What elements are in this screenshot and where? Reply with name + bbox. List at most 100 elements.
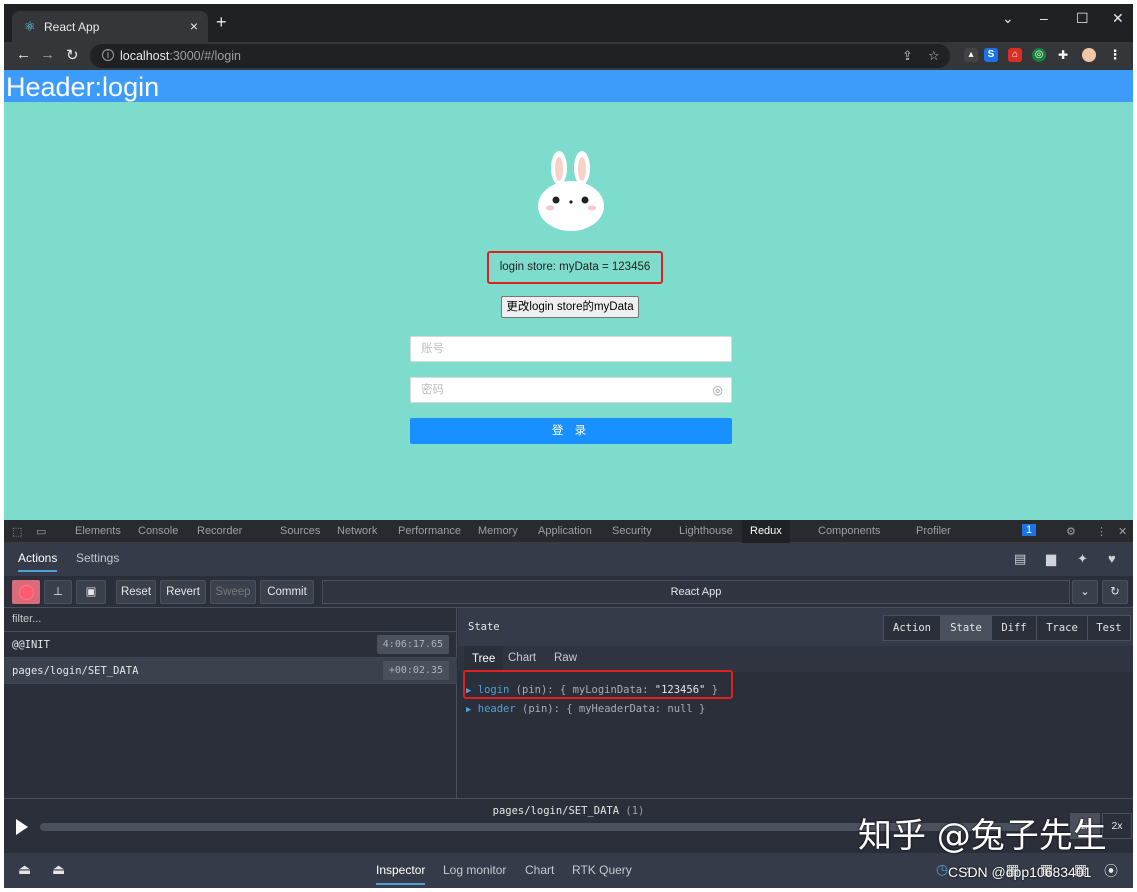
tab-chart[interactable]: Chart — [525, 863, 554, 877]
login-button[interactable]: 登 录 — [410, 418, 732, 444]
chat-icon[interactable]: ▆ — [1046, 551, 1056, 567]
app-header: Header:login — [4, 70, 1133, 102]
url-host: localhost — [120, 49, 170, 63]
tab-sources[interactable]: Sources — [280, 525, 320, 537]
extension-icon[interactable]: ▴ — [964, 48, 978, 62]
minimize-icon[interactable]: – — [1040, 10, 1048, 26]
devtools-menu-icon[interactable]: ⋮ — [1096, 525, 1107, 538]
chevron-down-icon[interactable]: ⌄ — [1072, 580, 1098, 604]
tab-rtk-query[interactable]: RTK Query — [572, 863, 632, 877]
state-highlight-box — [463, 670, 733, 699]
mode-action-button[interactable]: Action — [883, 615, 941, 641]
tree-node-header[interactable]: ▶ header (pin): { myHeaderData: null } — [466, 703, 705, 715]
tab-settings[interactable]: Settings — [76, 551, 119, 565]
account-field[interactable] — [410, 336, 732, 362]
sync-icon[interactable]: ↻ — [1102, 580, 1128, 604]
action-name: pages/login/SET_DATA — [12, 665, 139, 677]
heart-icon[interactable]: ♥ — [1108, 551, 1116, 566]
mode-diff-button[interactable]: Diff — [991, 615, 1037, 641]
revert-button[interactable]: Revert — [160, 580, 206, 604]
record-button[interactable] — [12, 580, 40, 604]
tree-value: null — [667, 703, 693, 715]
bookmark-star-icon[interactable]: ☆ — [928, 48, 940, 64]
dock-icon[interactable]: ▤ — [1014, 551, 1026, 567]
device-toggle-icon[interactable]: ▭ — [36, 525, 46, 538]
pin-icon[interactable]: ⊥ — [44, 580, 72, 604]
reload-icon[interactable]: ↻ — [66, 46, 79, 64]
mode-trace-button[interactable]: Trace — [1036, 615, 1088, 641]
timer-icon[interactable]: ◷ — [936, 861, 948, 878]
browser-tab[interactable]: ⚛ React App × — [12, 11, 208, 42]
account-input[interactable] — [411, 337, 701, 361]
tab-security[interactable]: Security — [612, 525, 652, 537]
tab-profiler[interactable]: Profiler — [916, 525, 951, 537]
tree-key: header — [477, 703, 516, 715]
dock-bottom-icon[interactable]: ⏏ — [18, 861, 31, 878]
reset-button[interactable]: Reset — [116, 580, 156, 604]
tab-actions[interactable]: Actions — [18, 551, 58, 572]
extension-red-icon[interactable]: ⌂ — [1008, 48, 1022, 62]
url-bar[interactable]: i localhost:3000/#/login ⇪ ☆ — [90, 44, 950, 68]
extensions-puzzle-icon[interactable]: ✚ — [1056, 48, 1070, 62]
zhihu-watermark: 知乎 @兔子先生 — [858, 816, 1107, 856]
subtab-tree[interactable]: Tree — [464, 646, 504, 672]
subtab-raw[interactable]: Raw — [554, 652, 577, 664]
lock-icon[interactable]: ▣ — [76, 580, 106, 604]
subtab-chart[interactable]: Chart — [508, 652, 536, 664]
tab-elements[interactable]: Elements — [75, 525, 121, 537]
tab-memory[interactable]: Memory — [478, 525, 518, 537]
mode-test-button[interactable]: Test — [1087, 615, 1131, 641]
browser-window: ⚛ React App × + ⌄ – ☐ ✕ ← → ↻ i localhos… — [4, 4, 1133, 888]
new-tab-button[interactable]: + — [216, 12, 227, 33]
settings-gear-icon[interactable]: ⚙ — [1066, 525, 1076, 538]
extension-s-icon[interactable]: S — [984, 48, 998, 62]
tree-field: myHeaderData: — [578, 703, 668, 715]
tab-network[interactable]: Network — [337, 525, 377, 537]
share-icon[interactable]: ⇪ — [902, 48, 913, 64]
menu-kebab-icon[interactable]: ⋮ — [1108, 48, 1122, 62]
tab-components[interactable]: Components — [818, 525, 880, 537]
action-row[interactable]: pages/login/SET_DATA +00:02.35 — [4, 658, 457, 684]
tab-application[interactable]: Application — [538, 525, 592, 537]
tab-lighthouse[interactable]: Lighthouse — [679, 525, 733, 537]
close-devtools-icon[interactable]: ✕ — [1118, 525, 1127, 538]
instance-selector[interactable]: React App — [322, 580, 1070, 604]
tab-redux[interactable]: Redux — [742, 520, 790, 543]
issues-badge[interactable]: 1 — [1022, 524, 1037, 536]
twitter-icon[interactable]: ✦ — [1077, 551, 1088, 567]
forward-icon[interactable]: → — [40, 46, 55, 63]
action-row[interactable]: @@INIT 4:06:17.65 — [4, 632, 457, 658]
site-info-icon[interactable]: i — [102, 49, 114, 61]
sweep-button[interactable]: Sweep — [210, 580, 256, 604]
expand-arrow-icon[interactable]: ▶ — [466, 705, 471, 715]
maximize-icon[interactable]: ☐ — [1076, 10, 1089, 27]
tab-performance[interactable]: Performance — [398, 525, 461, 537]
close-tab-icon[interactable]: × — [190, 18, 198, 34]
close-window-icon[interactable]: ✕ — [1112, 10, 1124, 27]
profile-avatar-icon[interactable] — [1082, 48, 1096, 62]
store-value-text: login store: myData = 123456 — [487, 251, 663, 284]
action-name: @@INIT — [12, 639, 50, 651]
inspect-element-icon[interactable]: ⬚ — [12, 525, 22, 538]
play-icon[interactable] — [16, 819, 28, 835]
action-time: 4:06:17.65 — [376, 635, 449, 654]
state-label: State — [468, 621, 500, 633]
commit-button[interactable]: Commit — [260, 580, 314, 604]
url-path: :3000/#/login — [169, 49, 241, 63]
tab-inspector[interactable]: Inspector — [376, 863, 426, 885]
tab-console[interactable]: Console — [138, 525, 178, 537]
password-field[interactable]: ◎ — [410, 377, 732, 403]
back-icon[interactable]: ← — [16, 46, 31, 63]
remote-icon[interactable]: ⦿ — [1104, 861, 1118, 881]
tab-recorder[interactable]: Recorder — [197, 525, 242, 537]
change-store-button[interactable]: 更改login store的myData — [501, 296, 639, 318]
dock-window-icon[interactable]: ⏏ — [52, 861, 65, 878]
extension-green-icon[interactable]: ◎ — [1032, 48, 1046, 62]
mode-state-button[interactable]: State — [940, 615, 992, 641]
tab-search-chevron-icon[interactable]: ⌄ — [1002, 10, 1014, 27]
filter-input[interactable]: filter... — [4, 608, 457, 632]
eye-invisible-icon[interactable]: ◎ — [713, 383, 723, 397]
password-input[interactable] — [411, 378, 701, 402]
tab-log-monitor[interactable]: Log monitor — [443, 863, 506, 877]
header-title: Header:login — [6, 72, 160, 102]
